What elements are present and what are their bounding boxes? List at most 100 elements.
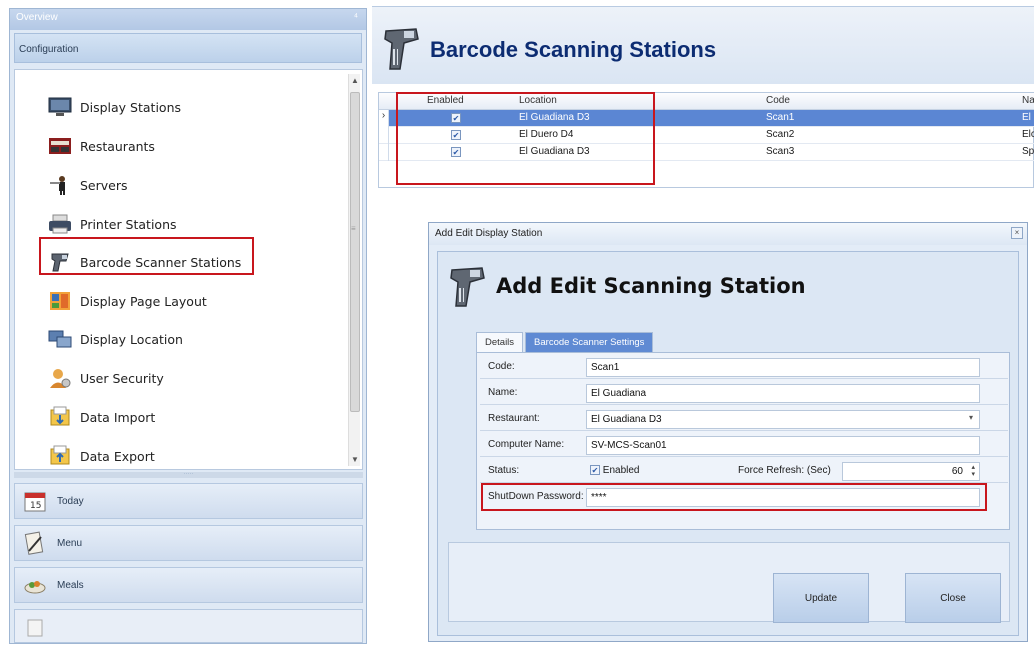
nav-item-restaurants[interactable]: Restaurants (48, 131, 155, 161)
row-indicator (379, 144, 389, 161)
spinner-arrows-icon[interactable]: ▴ ▾ (971, 464, 975, 478)
nav-item-user-security[interactable]: User Security (48, 363, 164, 393)
page-layout-icon (48, 290, 72, 312)
checkbox-icon: ✔ (590, 465, 600, 475)
highlight-barcode-scanner-stations (39, 237, 254, 275)
nav-item-label: Servers (80, 177, 128, 193)
data-export-icon (48, 445, 72, 467)
configuration-nav-list: Display Stations Restaurants Servers Pri… (14, 69, 363, 470)
code-label: Code: (488, 361, 515, 372)
main-content: Barcode Scanning Stations Enabled Locati… (372, 0, 1034, 647)
name-field[interactable]: El Guadiana (586, 384, 980, 403)
column-header-name[interactable]: Na (1022, 95, 1034, 106)
code-field[interactable]: Scan1 (586, 358, 980, 377)
scroll-down-icon[interactable]: ▼ (351, 455, 359, 464)
cell-name: Elc (1022, 129, 1034, 140)
nav-item-printer-stations[interactable]: Printer Stations (48, 209, 177, 239)
cell-code: Scan3 (766, 146, 795, 157)
dialog-button-bar: Update Close (448, 542, 1010, 623)
server-waiter-icon (48, 174, 72, 196)
barcode-scanner-icon (384, 28, 419, 70)
scroll-thumb[interactable] (350, 92, 360, 412)
restaurant-selected-value: El Guadiana D3 (591, 414, 662, 425)
status-enabled-checkbox[interactable]: ✔ Enabled (590, 465, 639, 476)
tab-details[interactable]: Details (476, 332, 524, 352)
bottom-nav-label: Today (57, 495, 84, 507)
dialog-window-title: Add Edit Display Station (435, 228, 543, 239)
force-refresh-stepper[interactable]: 60 ▴ ▾ (842, 462, 980, 481)
nav-item-label: Restaurants (80, 138, 155, 154)
bottom-nav-today[interactable]: 15 Today (14, 483, 363, 519)
dialog-tabs: Details Barcode Scanner Settings (476, 332, 654, 352)
dialog-titlebar[interactable]: Add Edit Display Station × (429, 223, 1027, 245)
nav-item-label: Display Page Layout (80, 293, 207, 309)
status-row: Status: ✔ Enabled Force Refresh: (Sec) 6… (480, 459, 1008, 483)
pin-icon[interactable]: ⁴ (354, 12, 358, 23)
code-row: Code: Scan1 (480, 355, 1008, 379)
nav-item-servers[interactable]: Servers (48, 170, 128, 200)
nav-item-display-stations[interactable]: Display Stations (48, 92, 181, 122)
add-edit-station-dialog: Add Edit Display Station × Add Edit Scan… (428, 222, 1028, 642)
menu-icon (23, 531, 47, 555)
navigation-panel: Overview ⁴ Configuration Display Station… (9, 8, 367, 644)
bottom-nav-menu[interactable]: Menu (14, 525, 363, 561)
highlight-enabled-location-columns (396, 92, 655, 185)
nav-item-display-location[interactable]: Display Location (48, 324, 183, 354)
computer-name-label: Computer Name: (488, 439, 565, 450)
dialog-heading: Add Edit Scanning Station (496, 274, 806, 298)
force-refresh-value: 60 (951, 466, 963, 477)
cell-code: Scan2 (766, 129, 795, 140)
configuration-label: Configuration (19, 44, 79, 55)
nav-item-label: Display Location (80, 331, 183, 347)
name-label: Name: (488, 387, 518, 398)
document-icon (23, 614, 47, 638)
force-refresh-label: Force Refresh: (Sec) (738, 465, 831, 476)
scroll-up-icon[interactable]: ▲ (351, 76, 359, 85)
nav-item-label: Display Stations (80, 99, 182, 115)
dialog-body: Add Edit Scanning Station Details Barcod… (437, 251, 1019, 636)
bottom-nav-label: Menu (57, 537, 83, 549)
overview-header[interactable]: Overview ⁴ (10, 9, 366, 30)
nav-item-label: Data Import (80, 409, 156, 425)
configuration-header[interactable]: Configuration (14, 33, 362, 63)
nav-scrollbar[interactable]: ▲ ≡ ▼ (348, 74, 360, 466)
tab-barcode-scanner-settings[interactable]: Barcode Scanner Settings (525, 332, 654, 352)
status-label: Status: (488, 465, 520, 476)
details-tab-page: Code: Scan1 Name: El Guadiana Restaurant… (476, 352, 1010, 530)
column-header-code[interactable]: Code (766, 95, 790, 106)
restaurant-icon (48, 135, 72, 157)
grip-icon: ≡ (351, 224, 356, 233)
location-icon (48, 328, 72, 350)
row-indicator (379, 127, 389, 144)
nav-item-data-export[interactable]: Data Export (48, 441, 155, 471)
update-button[interactable]: Update (773, 573, 869, 623)
restaurant-row: Restaurant: El Guadiana D3 ▾ (480, 407, 1008, 431)
close-icon[interactable]: × (1011, 227, 1023, 239)
computer-name-field[interactable]: SV-MCS-Scan01 (586, 436, 980, 455)
nav-item-data-import[interactable]: Data Import (48, 402, 155, 432)
bottom-nav-label: Meals (57, 579, 84, 591)
nav-item-label: Data Export (80, 448, 155, 464)
panel-splitter[interactable]: ····· (14, 471, 363, 478)
chevron-down-icon[interactable]: ▾ (969, 413, 973, 422)
page-header: Barcode Scanning Stations (372, 6, 1034, 84)
nav-item-label: User Security (80, 370, 164, 386)
name-row: Name: El Guadiana (480, 381, 1008, 405)
calendar-icon: 15 (23, 489, 47, 513)
user-security-icon (48, 367, 72, 389)
barcode-scanner-icon (450, 267, 485, 307)
restaurant-select[interactable]: El Guadiana D3 ▾ (586, 410, 980, 429)
data-import-icon (48, 406, 72, 428)
cell-name: Sp (1022, 146, 1034, 157)
printer-icon (48, 213, 72, 235)
nav-item-display-page-layout[interactable]: Display Page Layout (48, 286, 207, 316)
bottom-nav-more[interactable] (14, 609, 363, 643)
cell-name: El (1022, 112, 1031, 123)
meals-icon (23, 573, 47, 597)
row-indicator-icon: › (379, 110, 389, 127)
restaurant-label: Restaurant: (488, 413, 540, 424)
nav-item-label: Printer Stations (80, 216, 177, 232)
cell-code: Scan1 (766, 112, 795, 123)
bottom-nav-meals[interactable]: Meals (14, 567, 363, 603)
close-button[interactable]: Close (905, 573, 1001, 623)
